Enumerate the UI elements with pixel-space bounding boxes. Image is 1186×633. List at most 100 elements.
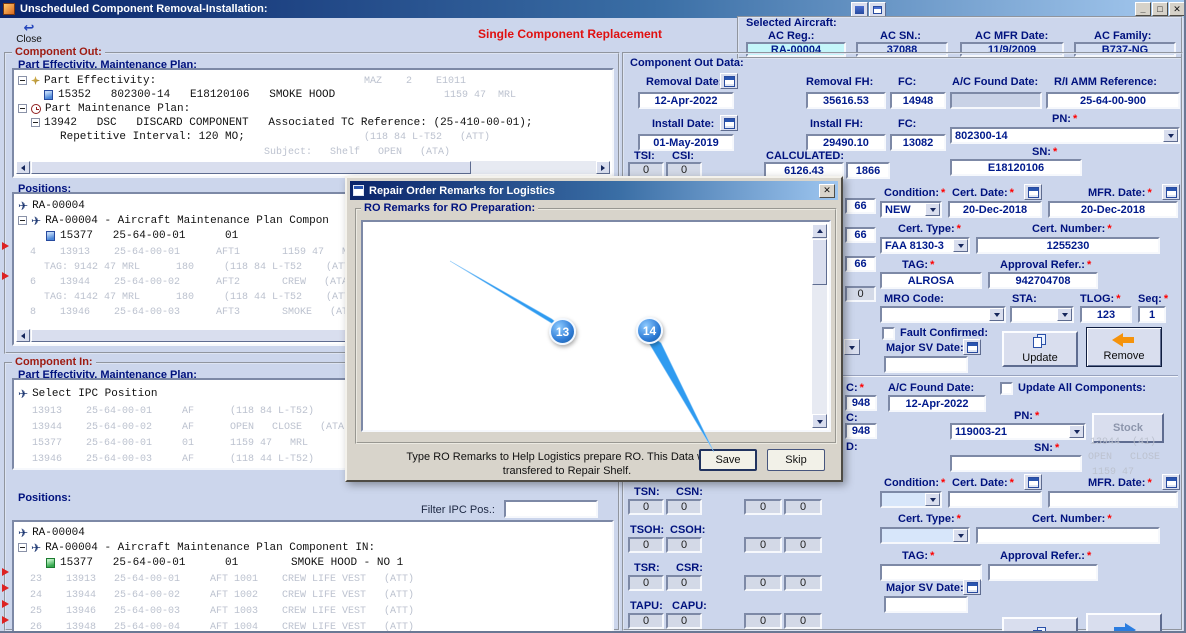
- update-button[interactable]: Update: [1002, 331, 1078, 367]
- in-cert-date-field[interactable]: [948, 491, 1042, 508]
- mro-code-select[interactable]: [880, 306, 1006, 323]
- collapse-icon[interactable]: [18, 104, 27, 113]
- ghost-text: 8 13946 25-64-00-03 AFT3 SMOKE (ATA): [30, 307, 361, 318]
- major-sv-date-field[interactable]: [884, 356, 968, 373]
- cert-date-calendar-button[interactable]: [1024, 184, 1042, 200]
- scroll-thumb[interactable]: [812, 239, 827, 285]
- approval-refer-field[interactable]: 942704708: [988, 272, 1098, 289]
- dropdown-arrow[interactable]: [953, 239, 968, 252]
- scroll-left-button[interactable]: [16, 161, 30, 174]
- update-all-components-checkbox[interactable]: [1000, 382, 1013, 395]
- in-sn-field[interactable]: [950, 455, 1082, 472]
- horizontal-scrollbar[interactable]: [16, 161, 610, 174]
- install-fc-field[interactable]: 13082: [890, 134, 946, 151]
- sn-field[interactable]: E18120106: [950, 159, 1082, 176]
- dropdown-arrow[interactable]: [1069, 425, 1084, 438]
- tree-item-select-ipc[interactable]: ✈ Select IPC Position: [18, 387, 157, 400]
- close-button[interactable]: ↩ Close: [8, 20, 50, 48]
- removal-date-calendar-button[interactable]: [720, 73, 738, 89]
- component-out-data-label: Component Out Data:: [630, 57, 744, 69]
- dropdown-arrow[interactable]: [953, 529, 968, 542]
- toolbar-mini-button-1[interactable]: [851, 2, 868, 17]
- scroll-down-button[interactable]: [812, 414, 827, 428]
- in-mfr-date-field[interactable]: [1048, 491, 1178, 508]
- in-cert-number-field[interactable]: [976, 527, 1160, 544]
- in-ac-found-date-field[interactable]: 12-Apr-2022: [888, 395, 986, 412]
- scroll-left-button[interactable]: [16, 329, 30, 342]
- fault-confirmed-checkbox[interactable]: [882, 327, 895, 340]
- toolbar-mini-button-2[interactable]: [869, 2, 886, 17]
- tree-item-maintenance-plan-component-in[interactable]: ✈ RA-00004 - Aircraft Maintenance Plan C…: [18, 541, 375, 554]
- cert-date-field[interactable]: 20-Dec-2018: [948, 201, 1042, 218]
- collapse-icon[interactable]: [18, 543, 27, 552]
- tree-item-maintenance-plan[interactable]: Part Maintenance Plan:: [18, 102, 190, 115]
- collapse-icon[interactable]: [18, 76, 27, 85]
- tree-item-discard-task[interactable]: 13942 DSC DISCARD COMPONENT Associated T…: [31, 116, 532, 129]
- remove-button[interactable]: Remove: [1086, 327, 1162, 367]
- collapse-icon[interactable]: [18, 216, 27, 225]
- install-button[interactable]: [1086, 613, 1162, 631]
- install-date-calendar-button[interactable]: [720, 115, 738, 131]
- tree-item-maintenance-plan-component[interactable]: ✈ RA-00004 - Aircraft Maintenance Plan C…: [18, 214, 329, 227]
- mfr-date-calendar-button[interactable]: [1162, 184, 1180, 200]
- tree-item-aircraft[interactable]: ✈ RA-00004: [18, 526, 85, 539]
- mfr-date-field[interactable]: 20-Dec-2018: [1048, 201, 1178, 218]
- removal-fc-field[interactable]: 14948: [890, 92, 946, 109]
- dropdown-arrow[interactable]: [1057, 308, 1072, 321]
- in-condition-select[interactable]: [880, 491, 942, 508]
- scroll-thumb[interactable]: [31, 161, 471, 174]
- ri-amm-reference-field[interactable]: 25-64-00-900: [1046, 92, 1180, 109]
- tree-item-repetitive-interval[interactable]: Repetitive Interval: 120 MO;: [60, 130, 245, 143]
- tree-item-aircraft[interactable]: ✈ RA-00004: [18, 199, 85, 212]
- dropdown-arrow[interactable]: [925, 203, 940, 216]
- dropdown-arrow[interactable]: [1163, 129, 1178, 142]
- collapse-icon[interactable]: [31, 118, 40, 127]
- in-cert-date-calendar-button[interactable]: [1024, 474, 1042, 490]
- removal-date-field[interactable]: 12-Apr-2022: [638, 92, 734, 109]
- seq-field[interactable]: 1: [1138, 306, 1166, 323]
- tree-item-part-effectivity[interactable]: Part Effectivity:: [18, 74, 156, 87]
- in-major-sv-calendar-button[interactable]: [963, 579, 981, 595]
- partial-dropdown[interactable]: [844, 339, 860, 355]
- ac-found-date-field[interactable]: [950, 92, 1042, 109]
- skip-button[interactable]: Skip: [767, 449, 825, 471]
- ro-remarks-textarea[interactable]: [361, 220, 831, 432]
- in-mfr-date-calendar-button[interactable]: [1162, 474, 1180, 490]
- required-star: *: [930, 259, 935, 271]
- cert-number-field[interactable]: 1255230: [976, 237, 1160, 254]
- in-major-sv-date-field[interactable]: [884, 596, 968, 613]
- sta-select[interactable]: [1010, 306, 1074, 323]
- install-fh-field[interactable]: 29490.10: [806, 134, 886, 151]
- scroll-right-button[interactable]: [596, 161, 610, 174]
- maximize-button[interactable]: □: [1152, 2, 1168, 16]
- dropdown-arrow[interactable]: [989, 308, 1004, 321]
- save-button[interactable]: Save: [699, 449, 757, 471]
- tree-item-position-selected[interactable]: 15377 25-64-00-01 01 SMOKE HOOD - NO 1: [46, 556, 403, 569]
- major-sv-calendar-button[interactable]: [963, 339, 981, 355]
- scroll-track[interactable]: [472, 161, 596, 174]
- in-positions-label: Positions:: [18, 492, 72, 504]
- dialog-close-button[interactable]: ✕: [819, 183, 835, 198]
- minimize-button[interactable]: _: [1135, 2, 1151, 16]
- pn-select[interactable]: 802300-14: [950, 127, 1180, 144]
- filter-ipc-input[interactable]: [504, 500, 598, 518]
- tag-field[interactable]: ALROSA: [880, 272, 982, 289]
- tlog-field[interactable]: 123: [1080, 306, 1132, 323]
- ghost-text: MAZ 2 E1011: [364, 76, 467, 87]
- in-pn-select[interactable]: 119003-21: [950, 423, 1086, 440]
- tree-item-position[interactable]: 15377 25-64-00-01 01: [46, 229, 238, 242]
- vertical-scrollbar[interactable]: [812, 224, 827, 428]
- dropdown-arrow[interactable]: [925, 493, 940, 506]
- install-date-field[interactable]: 01-May-2019: [638, 134, 734, 151]
- tree-item-component-out[interactable]: 15352 802300-14 E18120106 SMOKE HOOD: [44, 88, 335, 101]
- removal-fh-field[interactable]: 35616.53: [806, 92, 886, 109]
- in-cert-type-select[interactable]: [880, 527, 970, 544]
- scroll-track[interactable]: [812, 286, 827, 414]
- in-update-button[interactable]: [1002, 617, 1078, 631]
- window-close-button[interactable]: ✕: [1169, 2, 1184, 16]
- in-approval-refer-field[interactable]: [988, 564, 1098, 581]
- component-icon: [46, 230, 55, 241]
- scroll-up-button[interactable]: [812, 224, 827, 238]
- condition-select[interactable]: NEW: [880, 201, 942, 218]
- cert-type-select[interactable]: FAA 8130-3: [880, 237, 970, 254]
